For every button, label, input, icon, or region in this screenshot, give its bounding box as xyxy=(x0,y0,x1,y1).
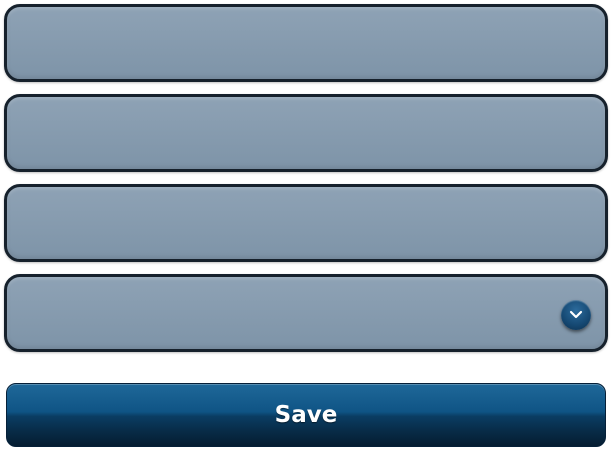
text-input-3[interactable] xyxy=(7,187,605,259)
text-input-1[interactable] xyxy=(7,7,605,79)
text-field-2[interactable] xyxy=(4,94,608,172)
text-input-2[interactable] xyxy=(7,97,605,169)
chevron-down-icon xyxy=(569,310,583,320)
text-field-3[interactable] xyxy=(4,184,608,262)
form: Save xyxy=(0,0,612,449)
text-field-1[interactable] xyxy=(4,4,608,82)
dropdown-select[interactable] xyxy=(4,274,608,352)
save-button-label: Save xyxy=(274,402,338,428)
dropdown-toggle-button[interactable] xyxy=(561,300,591,330)
save-button[interactable]: Save xyxy=(6,383,606,447)
